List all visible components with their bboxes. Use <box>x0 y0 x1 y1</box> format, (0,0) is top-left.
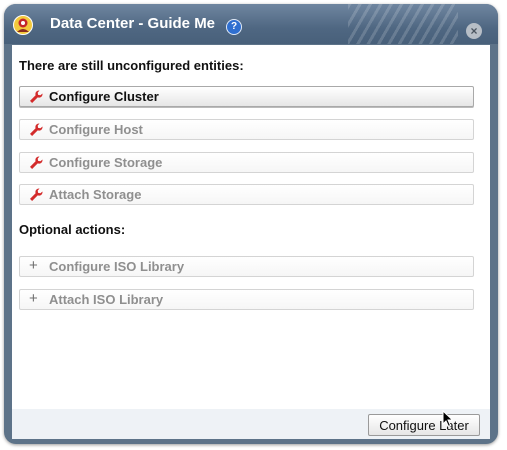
wrench-icon <box>30 123 43 136</box>
guide-me-dialog: Data Center - Guide Me ? × There are sti… <box>4 4 498 444</box>
dialog-footer: Configure Later <box>12 409 490 439</box>
dialog-titlebar[interactable]: Data Center - Guide Me ? × <box>4 4 498 44</box>
configure-host-label: Configure Host <box>49 122 143 137</box>
plus-icon: + <box>29 257 38 274</box>
wrench-icon <box>30 156 43 169</box>
attach-iso-library-button[interactable]: + Attach ISO Library <box>19 289 474 310</box>
configure-iso-library-label: Configure ISO Library <box>49 259 185 274</box>
help-icon[interactable]: ? <box>226 19 242 35</box>
attach-storage-label: Attach Storage <box>49 187 142 202</box>
app-logo-icon <box>13 15 33 35</box>
configure-storage-label: Configure Storage <box>49 155 163 170</box>
wrench-icon <box>30 188 43 201</box>
titlebar-decoration <box>348 4 458 44</box>
unconfigured-entities-heading: There are still unconfigured entities: <box>19 58 244 73</box>
optional-actions-heading: Optional actions: <box>19 222 126 237</box>
wrench-icon <box>30 90 43 103</box>
configure-host-button[interactable]: Configure Host <box>19 119 474 140</box>
configure-iso-library-button[interactable]: + Configure ISO Library <box>19 256 474 277</box>
configure-cluster-button[interactable]: Configure Cluster <box>19 86 474 107</box>
plus-icon: + <box>29 290 38 307</box>
attach-storage-button[interactable]: Attach Storage <box>19 184 474 205</box>
dialog-content: There are still unconfigured entities: C… <box>12 45 490 409</box>
configure-later-button[interactable]: Configure Later <box>368 414 480 436</box>
close-icon[interactable]: × <box>466 23 482 39</box>
attach-iso-library-label: Attach ISO Library <box>49 292 164 307</box>
configure-storage-button[interactable]: Configure Storage <box>19 152 474 173</box>
dialog-title: Data Center - Guide Me <box>50 15 216 32</box>
mouse-cursor-icon <box>442 410 454 428</box>
configure-cluster-label: Configure Cluster <box>49 89 159 104</box>
